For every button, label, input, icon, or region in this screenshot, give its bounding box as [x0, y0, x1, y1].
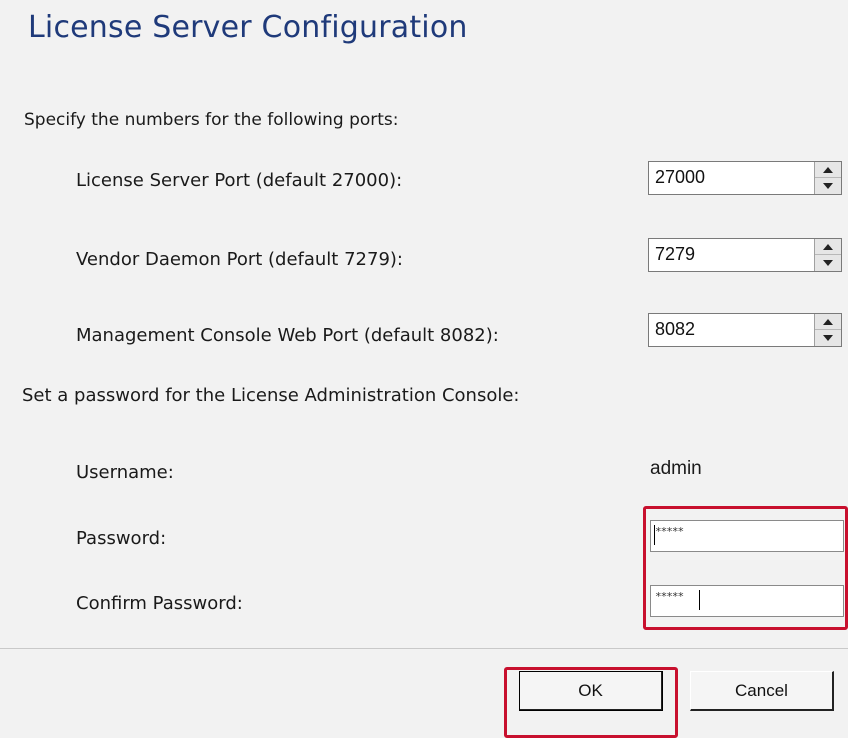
- ok-button-highlight: [504, 667, 678, 738]
- management-console-port-input[interactable]: 8082: [648, 313, 842, 347]
- license-server-port-spinner[interactable]: [814, 162, 841, 194]
- triangle-up-icon: [823, 243, 833, 250]
- spinner-up-button[interactable]: [815, 314, 841, 330]
- license-server-port-label: License Server Port (default 27000):: [76, 170, 403, 191]
- username-value: admin: [650, 458, 702, 479]
- spinner-down-button[interactable]: [815, 178, 841, 194]
- credentials-intro: Set a password for the License Administr…: [22, 385, 520, 406]
- confirm-password-label: Confirm Password:: [76, 593, 243, 614]
- management-console-port-value: 8082: [655, 319, 696, 339]
- spinner-up-button[interactable]: [815, 239, 841, 255]
- vendor-daemon-port-input[interactable]: 7279: [648, 238, 842, 272]
- vendor-daemon-port-spinner[interactable]: [814, 239, 841, 271]
- license-server-port-input[interactable]: 27000: [648, 161, 842, 195]
- vendor-daemon-port-value: 7279: [655, 244, 696, 264]
- spinner-up-button[interactable]: [815, 162, 841, 178]
- management-console-port-spinner[interactable]: [814, 314, 841, 346]
- management-console-port-label: Management Console Web Port (default 808…: [76, 325, 499, 346]
- password-fields-highlight: [643, 506, 848, 630]
- license-server-port-value: 27000: [655, 167, 706, 187]
- ports-intro: Specify the numbers for the following po…: [24, 110, 399, 130]
- spinner-down-button[interactable]: [815, 255, 841, 271]
- triangle-up-icon: [823, 166, 833, 173]
- footer-divider: [0, 648, 848, 649]
- triangle-down-icon: [823, 335, 833, 341]
- username-label: Username:: [76, 462, 174, 483]
- password-label: Password:: [76, 528, 167, 549]
- cancel-button[interactable]: Cancel: [690, 671, 834, 711]
- triangle-down-icon: [823, 260, 833, 266]
- triangle-down-icon: [823, 183, 833, 189]
- vendor-daemon-port-label: Vendor Daemon Port (default 7279):: [76, 249, 403, 270]
- spinner-down-button[interactable]: [815, 330, 841, 346]
- triangle-up-icon: [823, 318, 833, 325]
- dialog-title: License Server Configuration: [28, 10, 468, 45]
